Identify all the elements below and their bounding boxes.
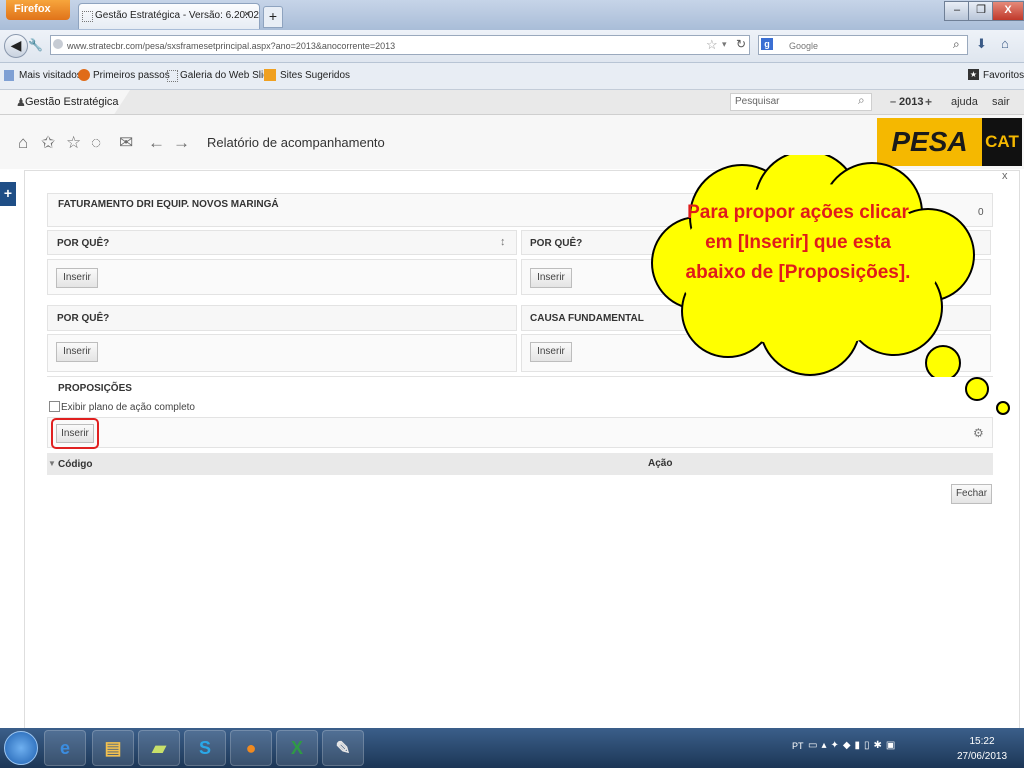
app-search-input[interactable]: Pesquisar [730,93,872,111]
why-section-1 [47,230,517,255]
excel-icon[interactable]: X [276,730,318,766]
paint-icon[interactable]: ✎ [322,730,364,766]
explorer-icon[interactable]: ▤ [92,730,134,766]
search-icon[interactable]: ⌕ [953,37,960,52]
bookmark-getting-started[interactable]: Primeiros passos [93,70,170,81]
reload-icon[interactable]: ↻ [736,37,746,51]
side-expand-button[interactable]: + [0,182,16,206]
insert-button-root-cause[interactable]: Inserir [530,342,572,362]
bookmark-folder-icon [4,70,14,81]
sort-icon[interactable]: ↕ [500,236,506,248]
insert-button-why-1[interactable]: Inserir [56,268,98,288]
root-cause-title: CAUSA FUNDAMENTAL [530,313,644,324]
back-icon[interactable]: ◀ [4,34,28,58]
clock-date: 27/06/2013 [956,751,1008,762]
favorites-star-icon: ★ [968,69,979,80]
proposals-title: PROPOSIÇÕES [58,383,132,394]
tab-close-button[interactable]: × [244,9,250,20]
tools-icon[interactable]: 🔧 [28,38,43,52]
page-title: Relatório de acompanhamento [207,135,385,150]
comment-icon[interactable]: ◌ [91,133,101,153]
show-full-plan-checkbox[interactable] [49,401,60,412]
highlight-outline [51,418,99,449]
close-button[interactable]: Fechar [951,484,992,504]
clock-time: 15:22 [969,736,995,747]
window-close-button[interactable]: X [992,1,1024,21]
star-icon[interactable]: ☆ [66,133,81,153]
why-body-1 [47,259,517,295]
year-display: 2013 [899,96,924,108]
bookmark-web-slice-gallery[interactable]: Galeria do Web Slice [180,70,274,81]
page-icon [82,11,93,22]
firefox-taskbar-icon[interactable]: ● [230,730,272,766]
home-icon[interactable]: ⌂ [18,133,28,153]
ie-icon[interactable]: e [44,730,86,766]
web-slice-icon [167,70,178,82]
browser-tab[interactable]: Gestão Estratégica - Versão: 6.20.02 - L… [78,3,260,29]
gear-icon[interactable]: ⚙ [973,426,984,440]
bookmark-suggested-sites[interactable]: Sites Sugeridos [280,70,350,81]
sort-arrow-icon[interactable]: ▼ [48,459,56,468]
suggested-sites-icon [264,69,276,81]
panel-close-icon[interactable]: x [1002,170,1008,182]
thought-bubble-small [996,401,1010,415]
callout-text: Para propor ações clicar em [Inserir] qu… [685,202,911,283]
bookmark-star-icon[interactable]: ☆ [706,37,718,53]
year-decrement-button[interactable]: – [890,96,896,108]
firefox-icon [78,69,90,81]
proposals-table-header [47,453,993,475]
why-body-3 [47,334,517,372]
thought-bubble-medium [965,377,989,401]
why-title-1: POR QUÊ? [57,238,110,249]
firefox-menu-button[interactable]: Firefox [6,0,70,20]
column-code[interactable]: Código [58,459,92,470]
help-link[interactable]: ajuda [951,96,978,108]
url-bar[interactable]: www.stratecbr.com/pesa/sxsframesetprinci… [50,35,750,55]
download-icon[interactable]: ⬇ [976,36,987,52]
show-full-plan-label: Exibir plano de ação completo [61,402,195,413]
indicator-title: FATURAMENTO DRI EQUIP. NOVOS MARINGÁ [58,199,279,210]
browser-search-input[interactable]: Google [758,35,968,55]
language-indicator[interactable]: PT [792,741,804,751]
favorites-button[interactable]: Favoritos [983,70,1024,81]
column-action[interactable]: Ação [648,458,672,469]
start-button-icon[interactable] [4,731,38,765]
insert-button-why-3[interactable]: Inserir [56,342,98,362]
mail-icon[interactable]: ✉ [119,133,133,153]
proposals-toolbar [47,417,993,448]
why-section-3 [47,305,517,331]
new-tab-button[interactable]: + [263,6,283,28]
bookmark-most-visited[interactable]: Mais visitados [19,70,82,81]
cat-logo: CAT [982,118,1022,166]
notes-icon[interactable]: ▰ [138,730,180,766]
google-icon[interactable]: g [761,38,773,50]
home-icon[interactable]: ⌂ [1001,36,1009,51]
minimize-button[interactable]: – [944,1,970,21]
maximize-button[interactable]: ❐ [968,1,994,21]
favorite-add-icon[interactable]: ✩ [41,133,55,153]
why-title-2: POR QUÊ? [530,238,583,249]
globe-icon [53,39,63,49]
insert-button-why-2[interactable]: Inserir [530,268,572,288]
arrow-right-icon[interactable]: → [173,133,190,153]
app-title[interactable]: Gestão Estratégica [25,96,119,108]
system-clock[interactable]: 15:22 27/06/2013 [950,734,1014,764]
app-search-icon[interactable]: ⌕ [858,93,865,108]
year-increment-button[interactable]: + [925,95,932,109]
arrow-left-icon[interactable]: ← [148,133,165,153]
skype-icon[interactable]: S [184,730,226,766]
why-title-3: POR QUÊ? [57,313,110,324]
logout-link[interactable]: sair [992,96,1010,108]
url-dropdown-icon[interactable]: ▾ [722,39,727,50]
tray-icons[interactable]: ▭▴✦◆▮▯✱▣ [808,740,899,751]
